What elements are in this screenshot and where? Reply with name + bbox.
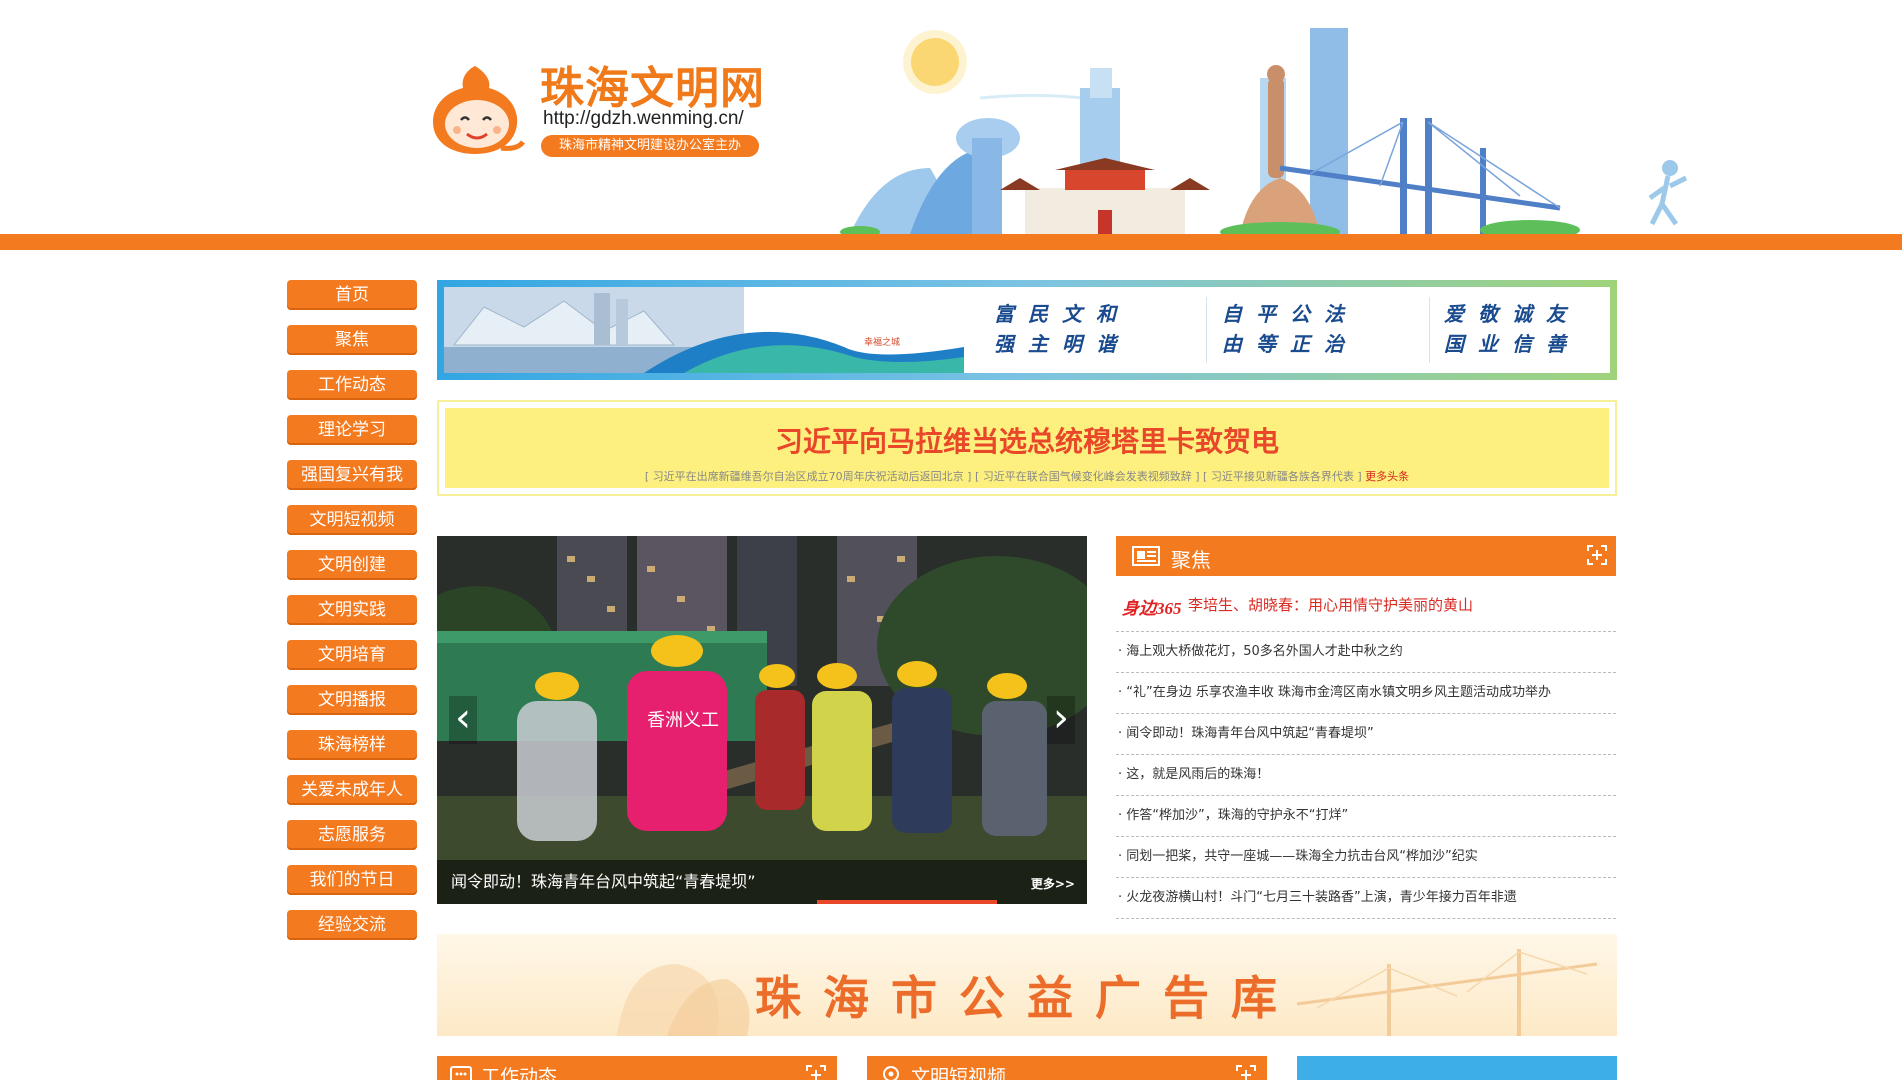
banner-inner: 幸福之城 富民文和 强主明谐 自平公法 由等正治 爱敬诚友 国业信善 <box>444 287 1610 373</box>
svg-text:幸福之城: 幸福之城 <box>864 336 900 348</box>
slogan-line: 由等正治 <box>1222 332 1358 356</box>
header-orange-bar <box>0 234 1902 250</box>
site-header: 珠海文明网 http://gdzh.wenming.cn/ 珠海市精神文明建设办… <box>0 0 1902 250</box>
focus-panel: 聚焦 身边365 李培生、胡晓春：用心用情守护美丽的黄山 · 海上观大桥做花灯，… <box>1116 536 1616 919</box>
slogan-line: 富民文和 <box>994 302 1130 326</box>
featured-link[interactable]: 李培生、胡晓春：用心用情守护美丽的黄山 <box>1188 594 1473 615</box>
more-headlines-link[interactable]: 更多头条 <box>1365 470 1409 483</box>
city-skyline-illustration <box>840 28 1688 234</box>
list-item[interactable]: · “礼”在身边 乐享农渔丰收 珠海市金湾区南水镇文明乡风主题活动成功举办 <box>1116 673 1616 714</box>
site-title[interactable]: 珠海文明网 <box>540 52 765 116</box>
site-url: http://gdzh.wenming.cn/ <box>543 108 744 129</box>
svg-text:香洲义工: 香洲义工 <box>647 710 719 731</box>
news-slider[interactable]: 香洲义工 ‹ › 闻令即动！珠海青年台风中筑起“青春堤坝” 更多>> <box>437 536 1087 904</box>
expand-plus-icon[interactable] <box>805 1064 827 1080</box>
focus-featured-item[interactable]: 身边365 李培生、胡晓春：用心用情守护美丽的黄山 <box>1116 576 1616 632</box>
headline-links-text[interactable]: [ 习近平在出席新疆维吾尔自治区成立70周年庆祝活动后返回北京 ] [ 习近平在… <box>645 470 1362 483</box>
nav-item-focus[interactable]: 聚焦 <box>287 325 417 355</box>
nav-item-experience[interactable]: 经验交流 <box>287 910 417 940</box>
slogan-line: 爱敬诚友 <box>1444 302 1580 326</box>
mascot-logo-icon[interactable] <box>425 58 525 158</box>
list-item[interactable]: · 火龙夜游横山村！斗门“七月三十装路香”上演，青少年接力百年非遗 <box>1116 878 1616 919</box>
chevron-left-icon[interactable]: ‹ <box>449 696 477 744</box>
nav-item-strong-nation[interactable]: 强国复兴有我 <box>287 460 417 490</box>
nav-item-civilization-practice[interactable]: 文明实践 <box>287 595 417 625</box>
left-nav: 首页 聚焦 工作动态 理论学习 强国复兴有我 文明短视频 文明创建 文明实践 文… <box>287 280 417 955</box>
expand-plus-icon[interactable] <box>1586 544 1608 566</box>
slider-caption[interactable]: 闻令即动！珠海青年台风中筑起“青春堤坝” <box>451 868 756 892</box>
list-item[interactable]: · 同划一把桨，共守一座城——珠海全力抗击台风“桦加沙”纪实 <box>1116 837 1616 878</box>
slider-more-link[interactable]: 更多>> <box>1031 875 1075 892</box>
organizer-badge: 珠海市精神文明建设办公室主办 <box>541 135 759 157</box>
nav-item-theory[interactable]: 理论学习 <box>287 415 417 445</box>
headline-sub-links: [ 习近平在出席新疆维吾尔自治区成立70周年庆祝活动后返回北京 ] [ 习近平在… <box>445 468 1609 484</box>
banner-divider <box>1429 297 1430 363</box>
short-video-panel-title: 文明短视频 <box>911 1066 1007 1080</box>
nav-item-role-models[interactable]: 珠海榜样 <box>287 730 417 760</box>
focus-panel-title: 聚焦 <box>1171 548 1211 572</box>
focus-panel-header: 聚焦 <box>1116 536 1616 576</box>
slogan-group-3: 爱敬诚友 国业信善 <box>1444 299 1580 359</box>
slogan-group-2: 自平公法 由等正治 <box>1222 299 1358 359</box>
expand-plus-icon[interactable] <box>1235 1064 1257 1080</box>
slogan-line: 自平公法 <box>1222 302 1358 326</box>
short-video-panel-header: 文明短视频 <box>867 1056 1267 1080</box>
list-item[interactable]: · 作答“桦加沙”，珠海的守护永不“打烊” <box>1116 796 1616 837</box>
slider-progress <box>817 900 997 904</box>
work-news-panel-header: 工作动态 <box>437 1056 837 1080</box>
banner-divider <box>1206 297 1207 363</box>
slider-photo: 香洲义工 <box>437 536 1087 904</box>
nav-item-cultivation[interactable]: 文明培育 <box>287 640 417 670</box>
slogan-group-1: 富民文和 强主明谐 <box>994 299 1130 359</box>
ad-banner-title: 珠海市公益广告库 <box>755 971 1299 1025</box>
location-pin-icon <box>883 1066 899 1080</box>
nav-item-civilization-building[interactable]: 文明创建 <box>287 550 417 580</box>
public-ad-banner[interactable]: 珠海市公益广告库 <box>437 934 1617 1036</box>
list-item[interactable]: · 闻令即动！珠海青年台风中筑起“青春堤坝” <box>1116 714 1616 755</box>
nav-item-short-video[interactable]: 文明短视频 <box>287 505 417 535</box>
core-values-banner[interactable]: 幸福之城 富民文和 强主明谐 自平公法 由等正治 爱敬诚友 国业信善 <box>437 280 1617 380</box>
banner-city-photo: 幸福之城 <box>444 287 964 373</box>
nav-item-minors[interactable]: 关爱未成年人 <box>287 775 417 805</box>
news-icon <box>1132 546 1160 566</box>
featured-tag: 身边365 <box>1122 599 1182 618</box>
slogan-line: 国业信善 <box>1444 332 1580 356</box>
nav-item-work-news[interactable]: 工作动态 <box>287 370 417 400</box>
headline-title[interactable]: 习近平向马拉维当选总统穆塔里卡致贺电 <box>445 408 1609 460</box>
work-news-panel-title: 工作动态 <box>481 1066 558 1080</box>
nav-item-volunteer[interactable]: 志愿服务 <box>287 820 417 850</box>
nav-item-broadcast[interactable]: 文明播报 <box>287 685 417 715</box>
nav-item-home[interactable]: 首页 <box>287 280 417 310</box>
nav-item-festivals[interactable]: 我们的节日 <box>287 865 417 895</box>
chat-icon <box>450 1066 472 1080</box>
list-item[interactable]: · 这，就是风雨后的珠海！ <box>1116 755 1616 796</box>
slogan-line: 强主明谐 <box>994 332 1130 356</box>
headline-box: 习近平向马拉维当选总统穆塔里卡致贺电 [ 习近平在出席新疆维吾尔自治区成立70周… <box>437 400 1617 496</box>
blue-feature-block[interactable] <box>1297 1056 1617 1080</box>
chevron-right-icon[interactable]: › <box>1047 696 1075 744</box>
headline-inner: 习近平向马拉维当选总统穆塔里卡致贺电 [ 习近平在出席新疆维吾尔自治区成立70周… <box>445 408 1609 488</box>
list-item[interactable]: · 海上观大桥做花灯，50多名外国人才赴中秋之约 <box>1116 632 1616 673</box>
